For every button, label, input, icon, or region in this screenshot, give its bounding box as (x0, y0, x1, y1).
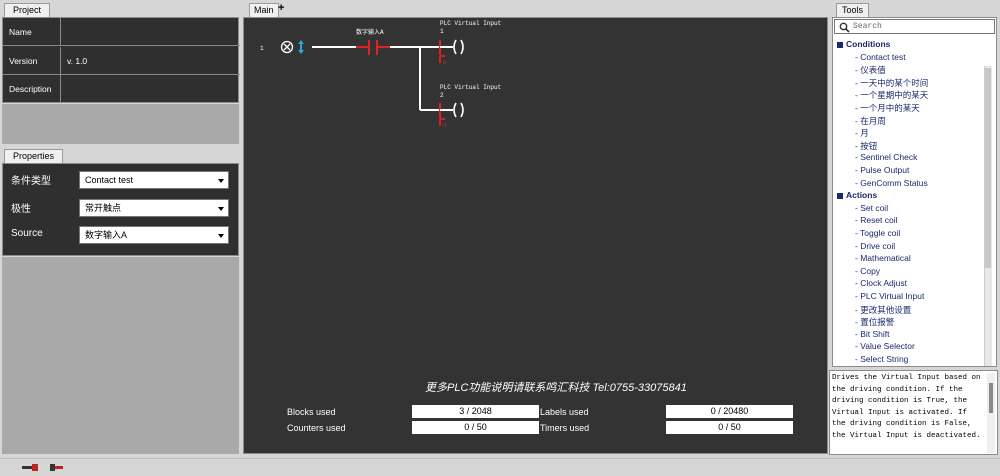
condition-item[interactable]: - Pulse Output (855, 165, 909, 175)
action-item[interactable]: - Set coil (855, 203, 888, 213)
polarity-label: 极性 (11, 204, 31, 215)
project-row-version[interactable]: Version v. 1.0 (3, 47, 240, 75)
condition-item[interactable]: - Sentinel Check (855, 152, 917, 162)
chevron-down-icon (218, 207, 224, 211)
condition-item[interactable]: - 一天中的某个时间 (855, 77, 928, 89)
tab-main[interactable]: Main (249, 3, 279, 17)
coil-2: n (439, 102, 464, 129)
contact-element (356, 40, 390, 55)
properties-panel: 条件类型 Contact test 极性 常开触点 Source 数字输入A (2, 163, 239, 256)
chevron-down-icon (218, 234, 224, 238)
tools-tree[interactable]: Conditions - Contact test - 仪表值 - 一天中的某个时间 -… (833, 18, 983, 366)
version-label: Version (9, 56, 38, 66)
tab-tools[interactable]: Tools (836, 3, 870, 17)
coil-1: n (439, 39, 464, 66)
collapse-icon[interactable] (837, 41, 843, 48)
condition-item[interactable]: - 一个月中的某天 (855, 102, 920, 114)
condition-item[interactable]: - 月 (855, 127, 869, 139)
svg-text:n: n (443, 123, 446, 129)
tab-project[interactable]: Project (4, 3, 51, 17)
ladder-diagram: n n (280, 39, 464, 129)
properties-empty-area (2, 257, 239, 454)
description-scrollbar[interactable] (987, 373, 995, 453)
delete-rung-icon (280, 40, 294, 54)
description-panel: Drives the Virtual Input based on the dr… (829, 370, 998, 455)
polarity-value: 常开触点 (85, 203, 122, 213)
condition-item[interactable]: - 一个星期中的某天 (855, 89, 928, 101)
polarity-select[interactable]: 常开触点 (79, 199, 229, 217)
action-item[interactable]: - Select String (855, 354, 908, 364)
action-item[interactable]: - Copy (855, 266, 880, 276)
condition-type-value: Contact test (85, 175, 134, 185)
project-row-description[interactable]: Description (3, 75, 240, 103)
tools-panel: Search Conditions - Contact test - 仪表值 - 一天… (832, 17, 997, 367)
labels-used-label: Labels used (540, 407, 589, 417)
source-label: Source (11, 228, 43, 239)
timers-used-label: Timers used (540, 423, 590, 433)
status-bar (0, 458, 1000, 476)
tool-description: Drives the Virtual Input based on the dr… (832, 374, 981, 440)
condition-item[interactable]: - 按钮 (855, 140, 877, 152)
tab-properties[interactable]: Properties (4, 149, 64, 163)
counters-used-value: 0 / 50 (412, 421, 539, 434)
blocks-used-label: Blocks used (287, 407, 336, 417)
condition-item[interactable]: - Contact test (855, 52, 906, 62)
action-item[interactable]: - Value Selector (855, 341, 915, 351)
coil-1-label: PLC Virtual Input (440, 20, 502, 27)
move-rung-icon (298, 40, 304, 54)
tree-conditions[interactable]: Conditions (837, 39, 890, 49)
coil-1-number: 1 (440, 28, 444, 35)
project-row-name[interactable]: Name (3, 18, 240, 46)
action-item[interactable]: - Drive coil (855, 241, 895, 251)
labels-used-value: 0 / 20480 (666, 405, 793, 418)
contact-label: 数字输入A (356, 29, 384, 36)
counters-used-label: Counters used (287, 423, 346, 433)
tree-actions[interactable]: Actions (837, 190, 877, 200)
action-item[interactable]: - Toggle coil (855, 228, 900, 238)
action-item[interactable]: - 更改其他设置 (855, 304, 911, 316)
tools-scrollbar-thumb[interactable] (985, 68, 991, 268)
collapse-icon[interactable] (837, 192, 843, 199)
timers-used-value: 0 / 50 (666, 421, 793, 434)
action-item[interactable]: - Bit Shift (855, 329, 890, 339)
ladder-canvas[interactable]: 1 n n 数字输入A PLC Virtual Input 1 PLC Virt… (243, 17, 828, 454)
version-value[interactable]: v. 1.0 (67, 56, 87, 66)
action-item[interactable]: - PLC Virtual Input (855, 291, 924, 301)
blocks-used-value: 3 / 2048 (412, 405, 539, 418)
tree-conditions-label: Conditions (846, 39, 891, 49)
condition-item[interactable]: - GenComm Status (855, 178, 928, 188)
svg-text:n: n (443, 60, 446, 66)
coil-2-label: PLC Virtual Input (440, 84, 502, 91)
condition-type-select[interactable]: Contact test (79, 171, 229, 189)
condition-item[interactable]: - 仪表值 (855, 64, 886, 76)
coil-2-number: 2 (440, 92, 444, 99)
condition-item[interactable]: - 在月周 (855, 115, 886, 127)
chevron-down-icon (218, 179, 224, 183)
description-label: Description (9, 84, 52, 94)
add-tab-button[interactable]: + (278, 2, 284, 14)
tree-actions-label: Actions (846, 190, 878, 201)
condition-type-label: 条件类型 (11, 176, 51, 187)
project-empty-area (2, 104, 239, 144)
project-panel: Name Version v. 1.0 Description (2, 17, 240, 103)
action-item[interactable]: - 置位报警 (855, 316, 894, 328)
action-item[interactable]: - Clock Adjust (855, 278, 907, 288)
connection-icon[interactable] (22, 463, 66, 473)
action-item[interactable]: - Mathematical (855, 253, 911, 263)
source-value: 数字输入A (85, 230, 128, 240)
description-scrollbar-thumb[interactable] (989, 383, 993, 413)
name-label: Name (9, 27, 32, 37)
promo-text: 更多PLC功能说明请联系鸣汇科技 Tel:0755-33075841 (425, 382, 687, 394)
source-select[interactable]: 数字输入A (79, 226, 229, 244)
action-item[interactable]: - Reset coil (855, 215, 898, 225)
